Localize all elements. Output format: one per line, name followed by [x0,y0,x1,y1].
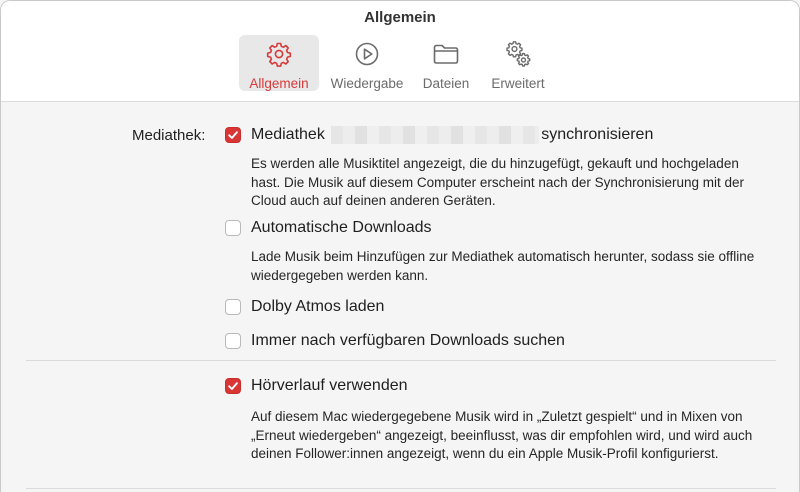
sync-library-checkbox[interactable] [225,127,241,144]
check-downloads-row: Immer nach verfügbaren Downloads suchen [225,332,565,350]
sync-library-description: Es werden alle Musiktitel angezeigt, die… [251,156,744,208]
sync-library-label: Mediathek synchronisieren [251,126,653,144]
bottom-divider [26,488,776,489]
tab-playback-label: Wiedergabe [330,76,404,91]
tab-files[interactable]: Dateien [415,35,477,91]
gears-icon [503,39,533,74]
folder-icon [431,39,461,74]
section-divider [26,360,776,361]
gear-icon [264,39,294,74]
listening-history-description: Auf diesem Mac wiedergegebene Musik wird… [251,409,753,461]
listening-history-label: Hörverlauf verwenden [251,377,408,394]
tab-files-label: Dateien [422,76,470,91]
sync-label-prefix: Mediathek [251,126,325,144]
sync-label-suffix: synchronisieren [541,126,654,144]
preferences-toolbar: Allgemein Wiedergabe Dateien Erweitert [239,35,553,93]
redacted-account-name [331,126,540,144]
library-section-label: Mediathek: [132,127,206,144]
play-circle-icon [352,39,382,74]
dolby-atmos-checkbox[interactable] [225,299,241,315]
checkmark-icon [228,382,238,390]
auto-downloads-checkbox[interactable] [225,220,241,236]
window-title: Allgemein [364,9,436,26]
listening-history-checkbox[interactable] [225,378,241,394]
dolby-atmos-label: Dolby Atmos laden [251,298,385,315]
listening-history-row: Hörverlauf verwenden [225,377,408,395]
sync-library-row: Mediathek synchronisieren [225,126,653,144]
tab-advanced[interactable]: Erweitert [483,35,553,91]
auto-downloads-row: Automatische Downloads [225,219,432,237]
check-downloads-label: Immer nach verfügbaren Downloads suchen [251,332,565,349]
dolby-atmos-row: Dolby Atmos laden [225,298,384,316]
checkmark-icon [228,131,238,140]
toolbar-area: Allgemein Allgemein Wiedergabe Dateien E… [1,1,799,102]
tab-general-label: Allgemein [249,76,309,91]
auto-downloads-description: Lade Musik beim Hinzufügen zur Mediathek… [251,249,755,283]
check-downloads-checkbox[interactable] [225,333,241,349]
tab-playback[interactable]: Wiedergabe [325,35,409,91]
tab-general[interactable]: Allgemein [239,35,319,91]
tab-advanced-label: Erweitert [491,76,545,91]
settings-window: Allgemein Allgemein Wiedergabe Dateien E… [0,0,800,492]
auto-downloads-label: Automatische Downloads [251,219,432,236]
